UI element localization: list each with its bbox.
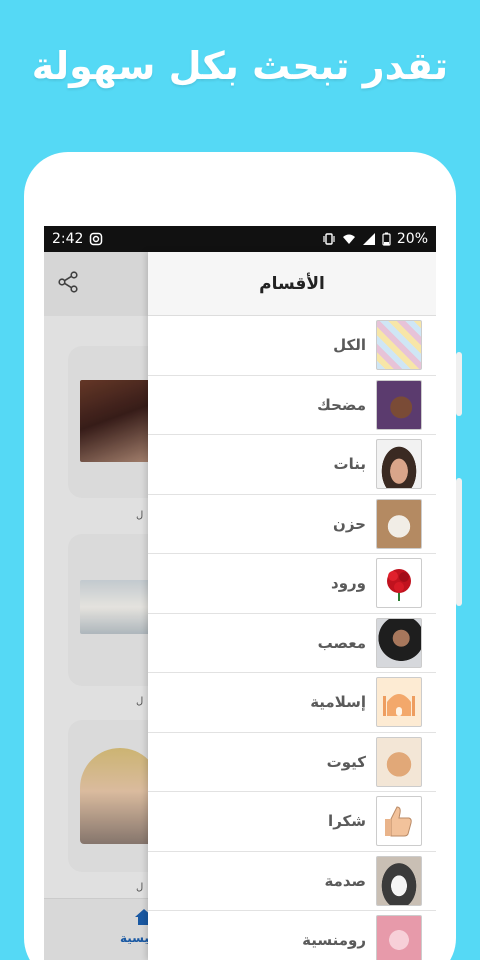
signal-icon xyxy=(362,232,376,246)
drawer-title: الأقسام xyxy=(259,273,325,294)
status-time: 2:42 xyxy=(52,231,84,247)
category-item[interactable]: معصب xyxy=(148,614,436,673)
crying-woman-thumbnail-icon xyxy=(376,439,422,490)
drawer-header: الأقسام xyxy=(148,252,436,316)
vibrate-icon xyxy=(322,232,336,246)
sad-cat-thumbnail-icon xyxy=(376,498,422,549)
wifi-icon xyxy=(342,232,356,246)
category-item[interactable]: كيوت xyxy=(148,733,436,792)
category-item[interactable]: ورود xyxy=(148,554,436,614)
category-label: مضحك xyxy=(317,395,366,414)
category-label: الكل xyxy=(333,336,366,355)
category-label: معصب xyxy=(317,633,366,652)
phone-side-button xyxy=(456,478,462,606)
status-bar: 2:42 20% xyxy=(44,226,436,252)
laughing-man-thumbnail-icon xyxy=(376,379,422,430)
romantic-thumbnail-icon xyxy=(376,915,422,960)
category-item[interactable]: مضحك xyxy=(148,376,436,435)
app-screen: 2:42 20% ل ل ل الرئيسية الأقسام الكل مضح… xyxy=(44,226,436,960)
category-label: كيوت xyxy=(326,752,366,771)
category-label: شكرا xyxy=(328,812,366,831)
cute-cat-thumbnail-icon xyxy=(376,736,422,787)
battery-percent: 20% xyxy=(396,231,428,247)
mosque-thumbnail-icon xyxy=(376,677,422,728)
category-item[interactable]: حزن xyxy=(148,495,436,554)
instagram-icon xyxy=(89,232,103,246)
category-label: ورود xyxy=(331,574,366,593)
roses-thumbnail-icon xyxy=(376,558,422,609)
shocked-dog-thumbnail-icon xyxy=(376,855,422,906)
promo-title: تقدر تبحث بكل سهولة xyxy=(31,44,449,88)
category-label: رومنسية xyxy=(302,931,366,950)
category-item[interactable]: الكل xyxy=(148,316,436,376)
category-item[interactable]: صدمة xyxy=(148,852,436,911)
angry-man-thumbnail-icon xyxy=(376,617,422,668)
phone-side-button xyxy=(456,352,462,416)
category-item[interactable]: إسلامية xyxy=(148,673,436,733)
collage-thumbnail-icon xyxy=(376,320,422,371)
category-item[interactable]: رومنسية xyxy=(148,911,436,960)
category-item[interactable]: شكرا xyxy=(148,792,436,852)
category-label: إسلامية xyxy=(310,693,366,712)
battery-icon xyxy=(382,232,391,246)
category-label: حزن xyxy=(333,514,366,533)
category-item[interactable]: بنات xyxy=(148,435,436,495)
category-label: صدمة xyxy=(324,871,366,890)
thumbs-up-thumbnail-icon xyxy=(376,796,422,847)
category-label: بنات xyxy=(333,455,366,474)
category-list: الكل مضحك بنات حزن ورود معصب إسلامية كيو… xyxy=(148,316,436,960)
categories-drawer: الأقسام الكل مضحك بنات حزن ورود معصب إسل… xyxy=(148,252,436,960)
